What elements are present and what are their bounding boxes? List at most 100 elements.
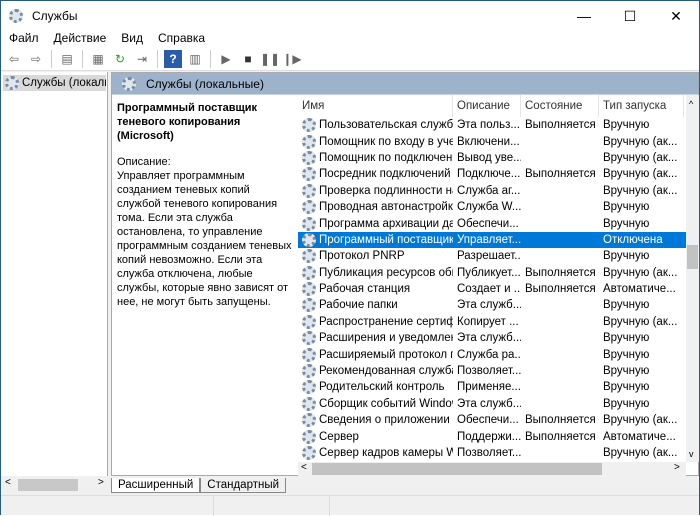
scroll-right-icon[interactable]: > — [98, 477, 104, 488]
service-name-text: Проводная автонастройка — [319, 201, 453, 214]
toolbar: ⇦ ⇨ ▤ ▦ ↻ ⇥? ▥ ▶ ■ ❚❚ ❙▶ — [1, 47, 699, 71]
scroll-down-icon[interactable]: v — [689, 449, 694, 459]
table-row[interactable]: Сборщик событий Windows Эта служб... Вручн… — [298, 396, 686, 412]
menu-item[interactable]: Файл — [1, 29, 46, 47]
menu-item[interactable]: Вид — [113, 29, 150, 47]
stop-icon[interactable]: ■ — [239, 50, 257, 68]
gear-icon — [302, 216, 316, 231]
table-row[interactable]: Распространение сертифи... Копирует ... Вр… — [298, 314, 686, 330]
tab-extended[interactable]: Расширенный — [111, 478, 201, 493]
service-description: Разрешает... — [457, 250, 521, 263]
table-row[interactable]: Программный поставщик... Управляет... Откл… — [298, 231, 686, 249]
table-row[interactable]: Проводная автонастройка Служба W... Вручну… — [298, 199, 686, 215]
service-description: Эта польз... — [457, 119, 520, 132]
column-header[interactable]: Состояние — [521, 95, 599, 117]
scroll-up-icon[interactable]: ^ — [689, 99, 693, 109]
startup-type: Автоматиче... — [603, 283, 676, 296]
gear-icon — [302, 446, 316, 460]
action-pane-icon[interactable]: ▥ — [186, 50, 204, 68]
table-row[interactable]: Рекомендованная служба ... Позволяет... Вр… — [298, 363, 686, 379]
gear-icon — [302, 429, 316, 444]
table-row[interactable]: Посредник подключений ... Подключе... Выпо… — [298, 166, 686, 182]
service-description: Обеспечи... — [457, 414, 519, 427]
table-row[interactable]: Расширения и уведомлен... Эта служб... Вру… — [298, 330, 686, 346]
properties-icon[interactable]: ▦ — [89, 50, 107, 68]
column-header[interactable]: Описание — [453, 95, 521, 117]
service-name: Проводная автонастройка — [298, 200, 453, 215]
scroll-left-icon[interactable]: < — [5, 477, 11, 488]
table-row[interactable]: Проверка подлинности на... Служба аг... Вр… — [298, 183, 686, 199]
tree-horizontal-scrollbar[interactable]: < > — [1, 477, 108, 493]
service-description: Создает и ... — [457, 283, 521, 296]
table-row[interactable]: Протокол PNRP Разрешает... Вручную — [298, 248, 686, 264]
list-header: ^ИмяОписаниеСостояниеТип запуска — [298, 95, 686, 117]
service-name-text: Пользовательская служба... — [319, 119, 453, 132]
table-row[interactable]: Пользовательская служба... Эта польз... Вы… — [298, 117, 686, 133]
table-row[interactable]: Рабочие папки Эта служб... Вручную — [298, 297, 686, 313]
panel-header: Службы (локальные) — [112, 73, 698, 95]
table-row[interactable]: Сервер Поддержи... Выполняется Автоматиче..… — [298, 428, 686, 444]
table-row[interactable]: Родительский контроль Применяе... Вручную — [298, 379, 686, 395]
menu-item[interactable]: Действие — [46, 29, 114, 47]
show-console-tree-icon[interactable]: ▤ — [58, 50, 76, 68]
view-tabs: Расширенный Стандартный — [111, 478, 287, 493]
start-icon[interactable]: ▶ — [217, 50, 235, 68]
minimize-button[interactable]: — — [561, 1, 607, 31]
resume-icon[interactable]: ❙▶ — [282, 50, 301, 68]
service-name-text: Сборщик событий Windows — [319, 397, 453, 410]
toolbar-separator — [157, 49, 158, 68]
service-name: Протокол PNRP — [298, 249, 453, 264]
startup-type: Вручную (ак... — [603, 414, 678, 427]
refresh-icon[interactable]: ↻ — [111, 50, 129, 68]
column-header[interactable]: Имя — [298, 95, 453, 117]
startup-type: Вручную — [603, 217, 650, 230]
scroll-left-icon[interactable]: < — [301, 462, 307, 473]
table-row[interactable]: Помощник по подключен... Вывод уве... Вруч… — [298, 150, 686, 166]
close-button[interactable]: ✕ — [653, 1, 699, 31]
back-icon[interactable]: ⇦ — [5, 50, 23, 68]
service-name-text: Расширения и уведомлен... — [319, 332, 453, 345]
table-row[interactable]: Публикация ресурсов обн... Публикует... Вы… — [298, 265, 686, 281]
service-name: Рабочая станция — [298, 282, 453, 297]
vertical-scrollbar[interactable]: ^ v — [686, 95, 699, 462]
service-name-text: Протокол PNRP — [319, 250, 405, 263]
startup-type: Вручную — [603, 201, 650, 214]
service-name-text: Распространение сертифи... — [319, 315, 453, 328]
service-description: Эта служб... — [457, 332, 521, 345]
table-row[interactable]: Помощник по входу в уче... Включени... Вру… — [298, 133, 686, 149]
table-row[interactable]: Расширяемый протокол п... Служба ра... Вру… — [298, 346, 686, 362]
table-row[interactable]: Рабочая станция Создает и ... Выполняется А… — [298, 281, 686, 297]
column-header[interactable]: Тип запуска — [599, 95, 684, 117]
menu-item[interactable]: Справка — [150, 29, 212, 47]
table-row[interactable]: Сервер кадров камеры Wi... Позволяет... Вр… — [298, 445, 686, 461]
gear-icon — [302, 298, 316, 313]
tab-standard[interactable]: Стандартный — [200, 478, 287, 493]
table-row[interactable]: Программа архивации да... Обеспечи... Вруч… — [298, 215, 686, 231]
description-label: Описание: — [117, 156, 171, 168]
toolbar-separator — [82, 49, 83, 68]
service-name: Родительский контроль — [298, 380, 453, 395]
service-name: Помощник по подключен... — [298, 150, 453, 165]
service-name-text: Рабочие папки — [319, 299, 398, 312]
service-name: Сервер — [298, 429, 453, 444]
services-icon — [122, 76, 136, 91]
tree-item-services-local[interactable]: Службы (локальные) — [3, 75, 106, 91]
horizontal-scrollbar[interactable]: < > — [298, 462, 686, 476]
table-row[interactable]: Сведения о приложении Обеспечи... Выполняе… — [298, 412, 686, 428]
service-description: Включени... — [457, 135, 520, 148]
forward-icon[interactable]: ⇨ — [27, 50, 45, 68]
pause-icon[interactable]: ❚❚ — [260, 50, 280, 68]
service-name: Программа архивации да... — [298, 216, 453, 231]
export-list-icon[interactable]: ⇥ — [133, 50, 151, 68]
service-name: Проверка подлинности на... — [298, 183, 453, 198]
maximize-button[interactable]: ☐ — [607, 1, 653, 31]
service-name: Сведения о приложении — [298, 413, 453, 428]
gear-icon — [302, 413, 316, 428]
service-name: Посредник подключений ... — [298, 167, 453, 182]
gear-icon — [302, 314, 316, 329]
service-name-text: Сервер — [319, 430, 359, 443]
scroll-right-icon[interactable]: > — [674, 462, 680, 473]
startup-type: Вручную — [603, 348, 650, 361]
help-icon[interactable]: ? — [164, 49, 182, 68]
service-name: Распространение сертифи... — [298, 314, 453, 329]
